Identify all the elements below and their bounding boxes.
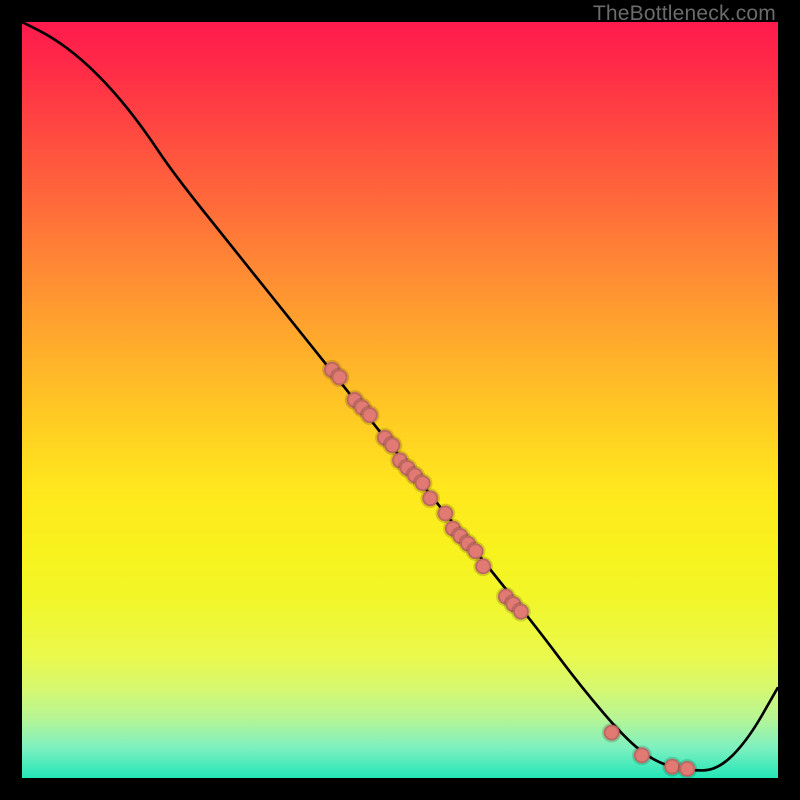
- data-point: [437, 505, 453, 521]
- data-point: [604, 725, 620, 741]
- data-point: [332, 369, 348, 385]
- data-point: [415, 475, 431, 491]
- data-point: [634, 747, 650, 763]
- data-point: [400, 460, 416, 476]
- data-point: [354, 400, 370, 416]
- bottleneck-curve: [22, 22, 778, 770]
- data-point: [362, 407, 378, 423]
- data-point: [407, 468, 423, 484]
- data-point: [445, 521, 461, 537]
- data-point: [513, 604, 529, 620]
- data-point: [377, 430, 393, 446]
- data-point: [347, 392, 363, 408]
- data-point: [498, 589, 514, 605]
- data-point: [460, 536, 476, 552]
- data-point: [664, 759, 680, 775]
- data-point: [679, 761, 695, 777]
- data-point: [468, 543, 484, 559]
- data-point: [475, 558, 491, 574]
- data-point: [422, 490, 438, 506]
- curve-svg: [22, 22, 778, 778]
- data-point: [505, 596, 521, 612]
- chart-stage: TheBottleneck.com: [0, 0, 800, 800]
- data-point: [324, 362, 340, 378]
- plot-area: [22, 22, 778, 778]
- data-point: [385, 437, 401, 453]
- data-point: [453, 528, 469, 544]
- scatter-dots: [324, 362, 695, 777]
- data-point: [392, 453, 408, 469]
